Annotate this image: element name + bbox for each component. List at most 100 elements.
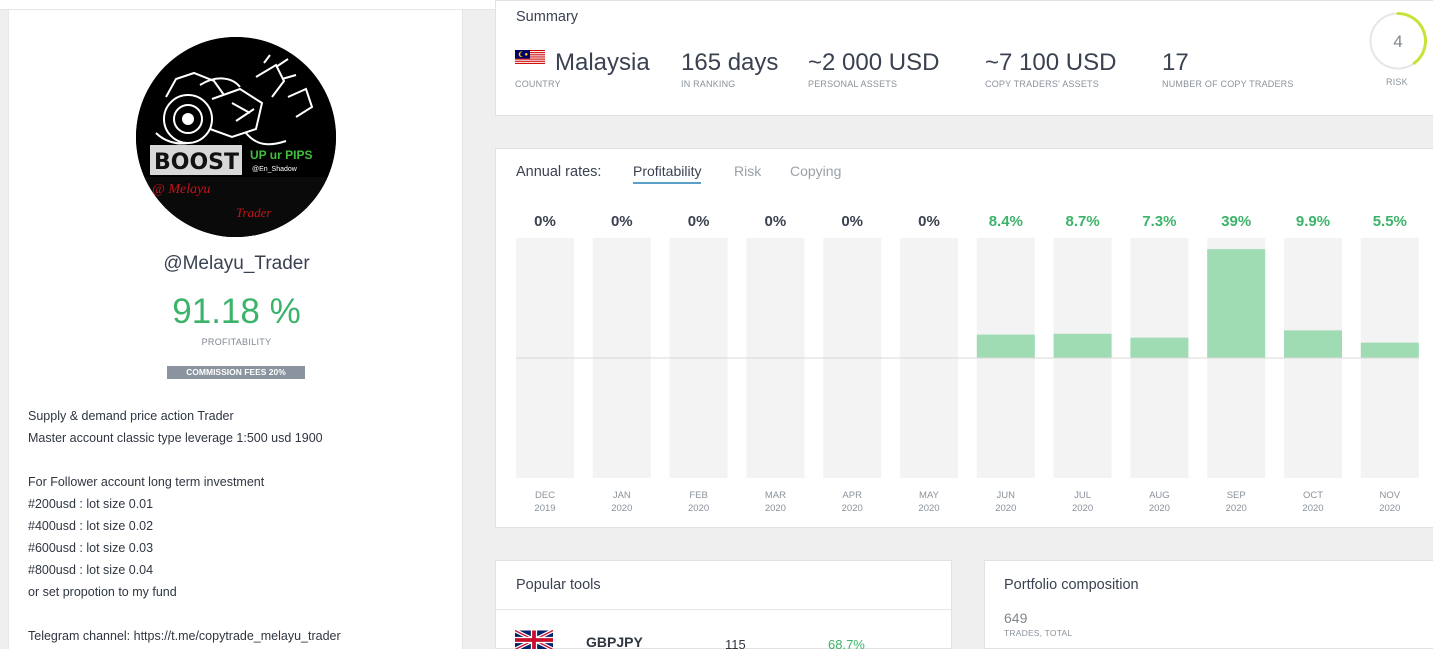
tool-trades: 115 [725,637,746,649]
x-tick-month: MAR [765,490,786,501]
risk-gauge[interactable]: 4 [1368,11,1428,71]
description-line: #200usd : lot size 0.01 [28,497,154,511]
trader-username: @Melayu_Trader [163,253,310,274]
x-tick-month: OCT [1303,490,1323,501]
personal-assets-stat: ~2 000 USD PERSONAL ASSETS [808,48,939,89]
description-line: Telegram channel: https://t.me/copytrade… [28,629,341,643]
bar [1284,330,1342,358]
copy-traders-value: 17 [1162,49,1189,76]
malaysia-flag-icon [515,50,545,65]
description-line: or set propotion to my fund [28,585,177,599]
x-tick-year: 2020 [688,503,709,514]
x-tick-year: 2019 [534,503,555,514]
svg-text:BOOST: BOOST [154,150,239,175]
x-tick-month: FEB [689,490,707,501]
tab-profitability[interactable]: Profitability [633,163,702,184]
svg-text:@ Melayu: @ Melayu [152,182,210,197]
bar-value-label: 9.9% [1296,213,1330,230]
x-tick-year: 2020 [1379,503,1400,514]
copy-traders-stat: 17 NUMBER OF COPY TRADERS [1162,48,1294,89]
bar [1130,337,1189,358]
description-line: Supply & demand price action Trader [28,409,234,423]
personal-assets-label: PERSONAL ASSETS [808,79,898,89]
copy-assets-value: ~7 100 USD [985,49,1117,76]
copy-assets-label: COPY TRADERS' ASSETS [985,79,1099,89]
copy-traders-label: NUMBER OF COPY TRADERS [1162,79,1294,89]
bar-value-label: 0% [688,213,710,230]
x-tick-year: 2020 [1072,503,1093,514]
bar-value-label: 0% [918,213,940,230]
bar-value-label: 8.4% [989,213,1023,230]
x-tick-month: MAY [919,490,940,501]
description-line: #800usd : lot size 0.04 [28,563,154,577]
svg-text:Trader: Trader [236,205,272,220]
bar-value-label: 0% [534,213,556,230]
trader-avatar: BOOST UP ur PIPS @En_Shadow @ Melayu Tra… [136,37,336,237]
x-tick-month: AUG [1149,490,1170,501]
commission-badge: COMMISSION FEES 20% [167,366,305,379]
bar [1207,249,1266,358]
popular-tools-card: Popular tools GBPJPY 115 68.7% [495,560,952,649]
x-tick-year: 2020 [918,503,939,514]
bar-value-label: 0% [765,213,787,230]
description-line: #600usd : lot size 0.03 [28,541,154,555]
svg-text:@En_Shadow: @En_Shadow [252,166,298,173]
boost-logo-icon: BOOST UP ur PIPS @En_Shadow @ Melayu Tra… [136,37,336,237]
bar [1360,342,1419,358]
risk-value: 4 [1393,32,1402,51]
description-line: #400usd : lot size 0.02 [28,519,154,533]
trader-profile-panel: BOOST UP ur PIPS @En_Shadow @ Melayu Tra… [8,10,463,649]
description-line [28,603,448,625]
uk-flag-icon [515,629,553,649]
x-tick-year: 2020 [842,503,863,514]
summary-card: Summary Malaysia COUNTRY 165 days IN RAN… [495,0,1433,116]
x-tick-year: 2020 [1302,503,1323,514]
popular-tools-title: Popular tools [516,577,601,593]
trades-total-label: TRADES, TOTAL [1004,628,1073,638]
bar-value-label: 0% [841,213,863,230]
country-label: COUNTRY [515,79,561,89]
trader-description: Supply & demand price action Trader Maste… [28,405,448,647]
bar-value-label: 8.7% [1065,213,1099,230]
portfolio-composition-card: Portfolio composition 649 TRADES, TOTAL [984,560,1433,649]
x-tick-month: DEC [535,490,555,501]
copy-assets-stat: ~7 100 USD COPY TRADERS' ASSETS [985,48,1116,89]
x-tick-year: 2020 [1149,503,1170,514]
trades-total-value: 649 [1004,610,1028,626]
tab-copying[interactable]: Copying [790,163,841,182]
description-line [28,449,448,471]
portfolio-title: Portfolio composition [1004,577,1139,593]
description-line: Master account classic type leverage 1:5… [28,431,323,445]
x-tick-year: 2020 [611,503,632,514]
x-tick-month: APR [842,490,862,501]
svg-text:UP ur PIPS: UP ur PIPS [250,148,312,162]
profitability-value: 91.18 % [172,292,301,331]
annual-rates-label: Annual rates: [516,164,602,180]
bar [976,334,1035,358]
divider [496,609,951,610]
x-tick-month: JUN [997,490,1016,501]
bar [1053,333,1112,358]
x-tick-year: 2020 [765,503,786,514]
profitability-label: PROFITABILITY [201,337,272,347]
x-tick-month: NOV [1380,490,1401,501]
bar-value-label: 5.5% [1373,213,1407,230]
x-tick-year: 2020 [1226,503,1247,514]
bar-value-label: 39% [1221,213,1251,230]
annual-rates-chart: 0% DEC 2019 0% JAN 2020 0% FEB 2020 0% MAR 2020 0% AP… [516,213,1419,514]
tool-symbol[interactable]: GBPJPY [586,634,643,649]
description-line: For Follower account long term investmen… [28,475,265,489]
country-value: Malaysia [555,49,650,76]
country-stat: Malaysia COUNTRY [515,48,650,89]
risk-label: RISK [1386,77,1408,87]
ranking-value: 165 days [681,49,779,76]
bar-value-label: 0% [611,213,633,230]
bar-value-label: 7.3% [1142,213,1176,230]
tab-risk[interactable]: Risk [734,163,761,182]
x-tick-year: 2020 [995,503,1016,514]
ranking-label: IN RANKING [681,79,736,89]
x-tick-month: JAN [613,490,631,501]
annual-rates-card: 0% DEC 2019 0% JAN 2020 0% FEB 2020 0% MAR 2020 0% AP… [495,148,1433,528]
tool-share: 68.7% [828,637,865,649]
personal-assets-value: ~2 000 USD [808,49,940,76]
